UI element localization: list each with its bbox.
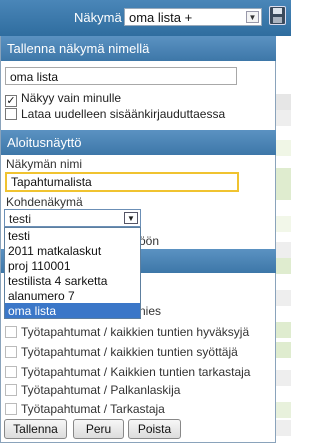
list-item-checkbox[interactable] xyxy=(5,366,17,378)
dropdown-option-selected[interactable]: oma lista xyxy=(5,303,140,318)
visible-only-me-checkbox[interactable]: ✓ xyxy=(5,95,17,107)
save-view-heading: Tallenna näkymä nimellä xyxy=(1,36,276,61)
view-name-input[interactable]: oma lista xyxy=(5,67,237,85)
list-item-checkbox[interactable] xyxy=(5,326,17,338)
partial-text-2: nies xyxy=(139,304,162,318)
list-item[interactable]: Työtapahtumat / Kaikkien tuntien tarkast… xyxy=(5,365,250,379)
list-item-checkbox[interactable] xyxy=(5,403,17,415)
target-view-label: Kohdenäkymä xyxy=(6,195,83,209)
start-view-name-label: Näkymän nimi xyxy=(6,157,83,171)
start-screen-heading: Aloitusnäyttö xyxy=(1,130,276,155)
list-item-checkbox[interactable] xyxy=(5,384,17,396)
list-item[interactable]: Työtapahtumat / kaikkien tuntien hyväksy… xyxy=(5,325,249,339)
save-icon[interactable] xyxy=(269,6,286,25)
delete-button[interactable]: Poista xyxy=(128,419,181,439)
partial-text-1: öön xyxy=(139,234,160,248)
target-view-select[interactable]: testi ▼ xyxy=(4,209,141,227)
reload-on-login-row[interactable]: Lataa uudelleen sisäänkirjauduttaessa xyxy=(5,107,225,121)
reload-on-login-label: Lataa uudelleen sisäänkirjauduttaessa xyxy=(21,107,226,121)
view-toolbar: Näkymä oma lista + ▼ xyxy=(0,0,291,36)
dropdown-option[interactable]: testilista 4 sarketta xyxy=(5,273,140,288)
list-item-label: Työtapahtumat / Tarkastaja xyxy=(21,402,165,416)
background-list-strip xyxy=(276,36,291,443)
list-item-label: Työtapahtumat / Kaikkien tuntien tarkast… xyxy=(21,365,251,379)
list-item[interactable]: Työtapahtumat / Palkanlaskija xyxy=(5,383,180,397)
dropdown-option[interactable]: alanumero 7 xyxy=(5,288,140,303)
list-item-label: Työtapahtumat / kaikkien tuntien hyväksy… xyxy=(21,325,250,339)
chevron-down-icon: ▼ xyxy=(246,11,259,23)
start-view-name-value: Tapahtumalista xyxy=(11,175,92,189)
reload-on-login-checkbox[interactable] xyxy=(5,108,17,120)
dropdown-option[interactable]: 2011 matkalaskut xyxy=(5,243,140,258)
dropdown-option[interactable]: testi xyxy=(5,228,140,243)
target-view-dropdown[interactable]: testi 2011 matkalaskut proj 110001 testi… xyxy=(4,227,141,319)
target-view-select-value: testi xyxy=(9,212,32,226)
visible-only-me-row[interactable]: ✓ Näkyy vain minulle xyxy=(5,91,121,107)
list-item-label: Työtapahtumat / Palkanlaskija xyxy=(21,383,181,397)
dropdown-option[interactable]: proj 110001 xyxy=(5,258,140,273)
cancel-button[interactable]: Peru xyxy=(73,419,124,439)
start-view-name-input[interactable]: Tapahtumalista xyxy=(5,172,239,192)
visible-only-me-label: Näkyy vain minulle xyxy=(21,91,122,105)
list-item-label: Työtapahtumat / kaikkien tuntien syöttäj… xyxy=(21,345,238,359)
list-item[interactable]: Työtapahtumat / kaikkien tuntien syöttäj… xyxy=(5,345,238,359)
save-button[interactable]: Tallenna xyxy=(4,419,67,439)
list-item-checkbox[interactable] xyxy=(5,346,17,358)
view-name-input-value: oma lista xyxy=(10,70,59,84)
view-select[interactable]: oma lista + ▼ xyxy=(124,8,262,26)
view-label: Näkymä xyxy=(74,10,122,25)
list-item[interactable]: Työtapahtumat / Tarkastaja xyxy=(5,402,165,416)
view-select-value: oma lista + xyxy=(129,10,193,25)
chevron-down-icon: ▼ xyxy=(124,212,138,224)
